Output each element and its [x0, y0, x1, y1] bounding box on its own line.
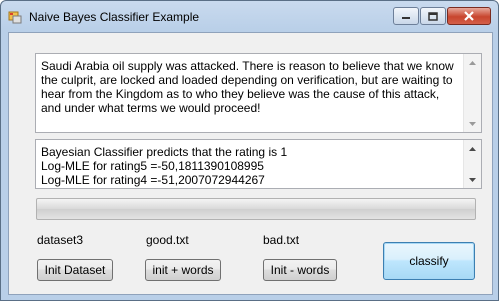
- app-icon: [8, 11, 22, 24]
- chevron-up-icon: [469, 60, 476, 65]
- maximize-button[interactable]: [420, 7, 446, 25]
- output-text-box[interactable]: Bayesian Classifier predicts that the ra…: [35, 139, 482, 189]
- minimize-button[interactable]: [393, 7, 419, 25]
- maximize-icon: [428, 11, 438, 21]
- chevron-up-icon: [469, 146, 476, 151]
- chevron-down-icon: [469, 121, 476, 126]
- title-bar[interactable]: Naive Bayes Classifier Example: [1, 1, 498, 31]
- window-title: Naive Bayes Classifier Example: [29, 10, 200, 24]
- progress-bar: [36, 198, 476, 220]
- close-icon: [464, 11, 474, 21]
- init-dataset-button[interactable]: Init Dataset: [37, 259, 113, 281]
- close-button[interactable]: [447, 7, 491, 25]
- scroll-up-button[interactable]: [464, 54, 481, 71]
- output-scrollbar[interactable]: [463, 140, 481, 188]
- minimize-icon: [402, 17, 410, 19]
- app-window: Naive Bayes Classifier Example Saudi Ara…: [0, 0, 499, 301]
- classify-button[interactable]: classify: [383, 242, 475, 280]
- bad-file-label: bad.txt: [263, 233, 300, 247]
- client-area: Saudi Arabia oil supply was attacked. Th…: [8, 32, 493, 295]
- scroll-up-button[interactable]: [464, 140, 481, 157]
- scroll-down-button[interactable]: [464, 115, 481, 132]
- scroll-down-button[interactable]: [464, 171, 481, 188]
- input-text: Saudi Arabia oil supply was attacked. Th…: [41, 59, 458, 115]
- output-text: Bayesian Classifier predicts that the ra…: [41, 145, 288, 187]
- init-plus-words-button[interactable]: init + words: [145, 259, 221, 281]
- chevron-down-icon: [469, 177, 476, 182]
- input-text-box[interactable]: Saudi Arabia oil supply was attacked. Th…: [35, 53, 482, 133]
- input-scrollbar[interactable]: [463, 54, 481, 132]
- dataset-label: dataset3: [37, 233, 84, 247]
- good-file-label: good.txt: [146, 233, 189, 247]
- init-minus-words-button[interactable]: Init - words: [263, 259, 337, 281]
